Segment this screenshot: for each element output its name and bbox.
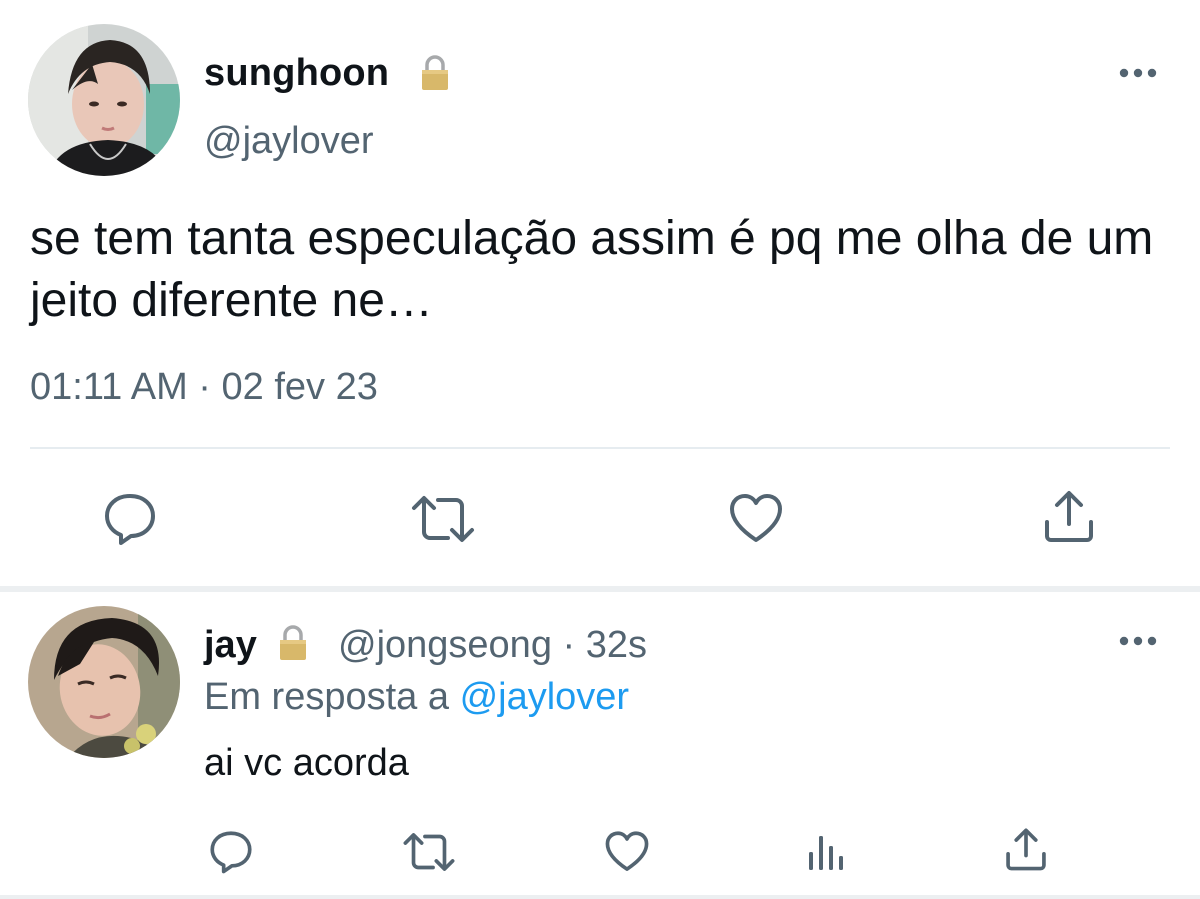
avatar-photo xyxy=(28,24,180,176)
in-reply-to: Em resposta a @jaylover xyxy=(204,676,629,719)
lock-icon xyxy=(418,54,452,92)
thread-separator xyxy=(0,586,1200,592)
tweet-timestamp[interactable]: 01:11 AM · 02 fev 23 xyxy=(30,366,378,409)
more-options-icon[interactable] xyxy=(1118,634,1158,646)
like-icon[interactable] xyxy=(728,492,784,546)
avatar[interactable] xyxy=(28,606,180,758)
author-handle[interactable]: @jaylover xyxy=(204,120,374,163)
tweet-thread-page: sunghoon @jaylover se tem tanta especula… xyxy=(0,0,1200,899)
reply-icon[interactable] xyxy=(208,830,254,874)
share-icon[interactable] xyxy=(1042,488,1096,544)
tweet-text: se tem tanta especulação assim é pq me o… xyxy=(30,212,1154,327)
retweet-icon[interactable] xyxy=(410,492,476,546)
divider xyxy=(30,447,1170,449)
reply-icon[interactable] xyxy=(103,492,157,546)
author-name[interactable]: jay xyxy=(204,624,257,667)
avatar-photo xyxy=(28,606,180,758)
tweet-text: ai vc acorda xyxy=(204,742,409,784)
lock-icon xyxy=(276,624,310,662)
like-icon[interactable] xyxy=(604,830,650,874)
in-reply-to-label: Em resposta a xyxy=(204,676,449,718)
in-reply-to-mention[interactable]: @jaylover xyxy=(460,676,630,718)
bottom-divider xyxy=(0,895,1200,899)
more-options-icon[interactable] xyxy=(1118,66,1158,78)
avatar[interactable] xyxy=(28,24,180,176)
analytics-icon[interactable] xyxy=(806,832,846,872)
share-icon[interactable] xyxy=(1004,826,1048,872)
author-handle-time[interactable]: @jongseong · 32s xyxy=(338,624,647,667)
author-name[interactable]: sunghoon xyxy=(204,52,389,95)
main-tweet: sunghoon @jaylover se tem tanta especula… xyxy=(0,0,1200,588)
retweet-icon[interactable] xyxy=(402,830,456,874)
